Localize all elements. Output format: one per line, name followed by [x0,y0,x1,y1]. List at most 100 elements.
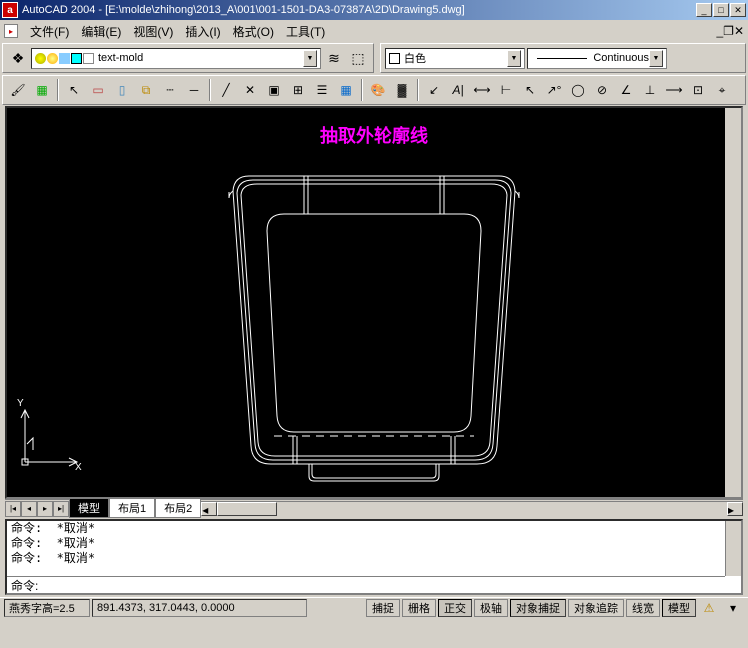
drawing-content [219,166,529,489]
tab-model[interactable]: 模型 [69,499,109,518]
menu-bar: ▸ 文件(F) 编辑(E) 视图(V) 插入(I) 格式(O) 工具(T) _ … [0,20,748,42]
command-prompt: 命令: [11,577,38,594]
toggle-ortho[interactable]: 正交 [438,599,472,617]
command-vscrollbar[interactable] [725,521,741,576]
layer-manager-button[interactable]: ❖ [7,47,29,69]
viewport-vscrollbar[interactable] [725,108,741,497]
bulb-icon [35,53,46,64]
tool-array-icon[interactable]: ⊞ [287,79,309,101]
command-history-line: 命令: *取消* [7,521,741,536]
layer-color-icon [71,53,82,64]
color-dropdown[interactable]: 白色 ▼ [385,48,525,69]
layer-toolbar: ❖ text-mold ▼ ≋ ⬚ [2,43,374,73]
doc-close-button[interactable]: ✕ [734,24,744,38]
document-icon[interactable]: ▸ [4,24,18,38]
toggle-grid[interactable]: 栅格 [402,599,436,617]
tool-color-icon[interactable]: ▓ [391,79,413,101]
tab-hscrollbar[interactable]: ◂ ▸ [201,501,743,517]
tool-copy-icon[interactable]: ⧉ [135,79,157,101]
dropdown-arrow-icon[interactable]: ▼ [649,50,663,67]
status-info: 燕秀字高=2.5 [4,599,90,617]
toggle-model[interactable]: 模型 [662,599,696,617]
yanxiu-toolbar: 🖌 ▦ ↖ ▭ ▯ ⧉ ┄ ─ ╱ ✕ ▣ ⊞ ☰ ▦ 🎨 ▓ ↙ A| ⟷ ⊢… [2,75,746,105]
color-label: 白色 [404,50,426,66]
tool-arrow-icon[interactable]: ↖ [519,79,541,101]
toggle-otrack[interactable]: 对象追踪 [568,599,624,617]
tool-dia-icon[interactable]: ⊘ [591,79,613,101]
tool-pointer-icon[interactable]: ↖ [63,79,85,101]
layer-name: text-mold [98,52,143,64]
tray-menu-icon[interactable]: ▾ [722,597,744,619]
title-bar: a AutoCAD 2004 - [E:\molde\zhihong\2013_… [0,0,748,20]
tab-last-button[interactable]: ▸| [53,501,69,517]
toggle-polar[interactable]: 极轴 [474,599,508,617]
tool-window-icon[interactable]: ▣ [263,79,285,101]
dropdown-arrow-icon[interactable]: ▼ [303,50,317,67]
doc-restore-button[interactable]: ❐ [723,24,734,38]
menu-format[interactable]: 格式(O) [227,21,280,42]
tab-next-button[interactable]: ▸ [37,501,53,517]
tool-snap-icon[interactable]: ⌖ [711,79,733,101]
tool-grid-icon[interactable]: ▦ [335,79,357,101]
tool-leader-icon[interactable]: ↗° [543,79,565,101]
tab-prev-button[interactable]: ◂ [21,501,37,517]
ucs-icon: Y X [13,404,83,477]
command-window[interactable]: 命令: *取消* 命令: *取消* 命令: *取消* 命令: [5,519,743,595]
sun-icon [47,53,58,64]
tool-rect1-icon[interactable]: ▭ [87,79,109,101]
layer-previous-button[interactable]: ≋ [323,47,345,69]
tool-hatch-icon[interactable]: ▦ [31,79,53,101]
color-swatch-icon [389,53,400,64]
close-button[interactable]: ✕ [730,3,746,17]
layer-states-button[interactable]: ⬚ [347,47,369,69]
tool-palette-icon[interactable]: 🎨 [367,79,389,101]
minimize-button[interactable]: _ [696,3,712,17]
tray-comm-icon[interactable]: ⚠ [698,597,720,619]
tool-chain-icon[interactable]: ⟶ [663,79,685,101]
toggle-lwt[interactable]: 线宽 [626,599,660,617]
tool-dash-icon[interactable]: ┄ [159,79,181,101]
tab-layout1[interactable]: 布局1 [109,499,155,518]
tool-angle-icon[interactable]: ∠ [615,79,637,101]
tool-solid-icon[interactable]: ─ [183,79,205,101]
linetype-label: Continuous [593,52,649,64]
tool-trim-icon[interactable]: ✕ [239,79,261,101]
toggle-snap[interactable]: 捕捉 [366,599,400,617]
tool-dim1-icon[interactable]: ↙ [423,79,445,101]
linetype-dropdown[interactable]: Continuous ▼ [527,48,667,69]
tool-rect2-icon[interactable]: ▯ [111,79,133,101]
tool-coord-icon[interactable]: ⊥ [639,79,661,101]
menu-tools[interactable]: 工具(T) [280,21,331,42]
tool-extend-icon[interactable]: ╱ [215,79,237,101]
status-coordinates[interactable]: 891.4373, 317.0443, 0.0000 [92,599,307,617]
menu-insert[interactable]: 插入(I) [179,21,226,42]
menu-file[interactable]: 文件(F) [24,21,75,42]
tool-linear-icon[interactable]: ⟷ [471,79,493,101]
properties-toolbar: 白色 ▼ Continuous ▼ [380,43,746,73]
tool-text-icon[interactable]: A| [447,79,469,101]
menu-view[interactable]: 视图(V) [127,21,179,42]
tool-stack-icon[interactable]: ☰ [311,79,333,101]
drawing-annotation: 抽取外轮廓线 [320,122,428,148]
doc-minimize-button[interactable]: _ [716,24,723,38]
menu-edit[interactable]: 编辑(E) [75,21,127,42]
ucs-x-label: X [75,462,82,473]
command-history-line: 命令: *取消* [7,551,741,566]
ucs-y-label: Y [17,398,24,409]
maximize-button[interactable]: □ [713,3,729,17]
tool-aligned-icon[interactable]: ⊢ [495,79,517,101]
layout-tabs: |◂ ◂ ▸ ▸| 模型 布局1 布局2 ◂ ▸ [5,499,743,517]
drawing-viewport[interactable]: 抽取外轮廓线 Y X [5,106,743,499]
toggle-osnap[interactable]: 对象捕捉 [510,599,566,617]
tab-layout2[interactable]: 布局2 [155,499,201,518]
tool-sym-icon[interactable]: ⊡ [687,79,709,101]
dropdown-arrow-icon[interactable]: ▼ [507,50,521,67]
tool-radius-icon[interactable]: ◯ [567,79,589,101]
command-input[interactable] [42,578,721,592]
tool-brush-icon[interactable]: 🖌 [7,79,29,101]
app-icon: a [2,2,18,18]
window-title: AutoCAD 2004 - [E:\molde\zhihong\2013_A\… [22,4,696,16]
status-bar: 燕秀字高=2.5 891.4373, 317.0443, 0.0000 捕捉 栅… [0,597,748,617]
layer-dropdown[interactable]: text-mold ▼ [31,48,321,69]
tab-first-button[interactable]: |◂ [5,501,21,517]
